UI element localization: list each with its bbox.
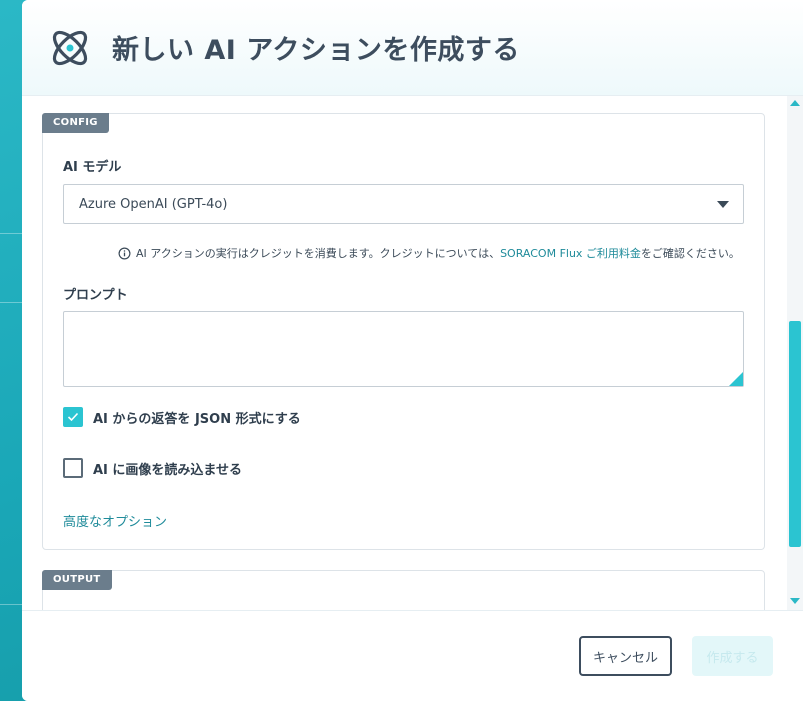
backdrop-line	[0, 604, 24, 605]
json-response-checkbox[interactable]	[63, 407, 83, 427]
check-icon	[67, 412, 79, 422]
pricing-link[interactable]: SORACOM Flux ご利用料金	[500, 245, 641, 261]
backdrop-line	[0, 302, 24, 303]
caret-down-icon	[717, 201, 729, 208]
backdrop-line	[0, 233, 24, 234]
ai-model-select[interactable]: Azure OpenAI (GPT-4o)	[63, 184, 744, 224]
image-input-label: AI に画像を読み込ませる	[93, 462, 243, 478]
notice-prefix: AI アクションの実行はクレジットを消費します。クレジットについては、	[136, 247, 501, 260]
ai-model-label: AI モデル	[63, 160, 122, 175]
info-icon	[118, 247, 131, 259]
scroll-down-arrow-icon[interactable]	[790, 598, 800, 604]
advanced-options-link[interactable]: 高度なオプション	[63, 511, 167, 530]
notice-suffix: をご確認ください。	[640, 247, 740, 260]
image-input-option[interactable]: AI に画像を読み込ませる	[63, 458, 242, 478]
scrollbar[interactable]	[787, 96, 803, 610]
create-button[interactable]: 作成する	[692, 636, 773, 676]
config-section: CONFIG AI モデル Azure OpenAI (GPT-4o) AI ア…	[42, 113, 765, 550]
image-input-checkbox[interactable]	[63, 458, 83, 478]
scroll-up-arrow-icon[interactable]	[790, 100, 800, 106]
output-tag: OUTPUT	[42, 570, 112, 590]
atom-icon	[52, 30, 88, 65]
prompt-textarea[interactable]	[63, 311, 744, 387]
cancel-button[interactable]: キャンセル	[579, 636, 672, 676]
prompt-label: プロンプト	[63, 288, 128, 303]
modal-footer: キャンセル 作成する	[22, 610, 803, 701]
config-tag: CONFIG	[42, 113, 109, 133]
json-response-label: AI からの返答を JSON 形式にする	[93, 411, 301, 427]
credit-notice: AI アクションの実行はクレジットを消費します。クレジットについては、 SORA…	[118, 245, 740, 261]
ai-model-selected-value: Azure OpenAI (GPT-4o)	[79, 196, 228, 212]
scrollbar-thumb[interactable]	[789, 321, 801, 547]
create-ai-action-modal: 新しい AI アクションを作成する CONFIG AI モデル Azure Op…	[22, 0, 803, 701]
resize-handle[interactable]	[729, 372, 743, 386]
modal-header: 新しい AI アクションを作成する	[22, 0, 803, 96]
modal-title: 新しい AI アクションを作成する	[112, 35, 520, 66]
output-section: OUTPUT	[42, 570, 765, 610]
modal-body: CONFIG AI モデル Azure OpenAI (GPT-4o) AI ア…	[22, 96, 803, 610]
json-response-option[interactable]: AI からの返答を JSON 形式にする	[63, 407, 301, 427]
